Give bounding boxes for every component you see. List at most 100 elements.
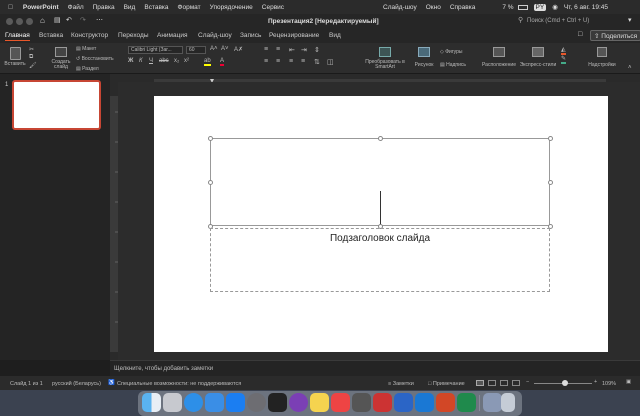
resize-handle[interactable]	[548, 180, 553, 185]
quick-styles-button[interactable]: Экспресс-стили	[518, 45, 558, 72]
comments-toggle[interactable]: □ Примечание	[428, 381, 465, 387]
vertical-ruler[interactable]	[110, 82, 118, 360]
font-color-icon[interactable]: A	[220, 58, 225, 66]
paste-button[interactable]: Вставить	[4, 45, 26, 72]
line-spacing-icon[interactable]: ⇕	[314, 46, 320, 54]
grid-app-icon[interactable]	[373, 393, 392, 412]
menu-slideshow[interactable]: Слайд-шоу	[383, 4, 417, 11]
resize-handle[interactable]	[208, 180, 213, 185]
tab-review[interactable]: Рецензирование	[269, 32, 319, 39]
ribbon-collapse-icon[interactable]: ˄	[628, 65, 632, 71]
zoom-slider-thumb[interactable]	[562, 380, 568, 386]
font-size-select[interactable]: 60	[186, 46, 206, 54]
notes-toggle[interactable]: ≡ Заметки	[388, 381, 414, 387]
notes-pane[interactable]: Щелкните, чтобы добавить заметки	[110, 360, 640, 376]
reset-button[interactable]: ↺ Восстановить	[76, 56, 114, 62]
strikethrough-icon[interactable]: abc	[159, 58, 169, 64]
normal-view-icon[interactable]	[476, 380, 484, 386]
align-right-icon[interactable]: ≡	[289, 58, 293, 65]
increase-indent-icon[interactable]: ⇥	[301, 46, 307, 54]
shapes-button[interactable]: ◇ Фигуры	[440, 49, 462, 55]
menu-format[interactable]: Формат	[178, 4, 201, 11]
comments-icon[interactable]: □	[578, 31, 582, 38]
superscript-icon[interactable]: x²	[184, 58, 189, 64]
resize-handle[interactable]	[548, 136, 553, 141]
share-button[interactable]: ⇧ Поделиться	[590, 30, 640, 41]
cut-icon[interactable]: ✂	[29, 46, 34, 53]
powerpoint-icon[interactable]	[436, 393, 455, 412]
language-status[interactable]: русский (Беларусь)	[52, 381, 101, 387]
addins-button[interactable]: Надстройки	[584, 45, 620, 72]
sorter-view-icon[interactable]	[488, 380, 496, 386]
menu-window[interactable]: Окно	[426, 4, 441, 11]
layout-button[interactable]: ▤ Макет	[76, 46, 96, 52]
app-menu[interactable]: PowerPoint	[23, 4, 59, 11]
menu-edit[interactable]: Правка	[93, 4, 115, 11]
search-input[interactable]: Поиск (Cmd + Ctrl + U)	[527, 18, 589, 24]
new-slide-button[interactable]: Создать слайд	[50, 45, 72, 72]
shape-outline-icon[interactable]: ✎	[561, 55, 567, 64]
save-icon[interactable]: ▤	[54, 16, 61, 24]
tab-transitions[interactable]: Переходы	[118, 32, 149, 39]
align-center-icon[interactable]: ≡	[276, 58, 280, 65]
justify-icon[interactable]: ≡	[301, 58, 305, 65]
undo-icon[interactable]: ↶	[66, 16, 72, 24]
copy-icon[interactable]: ⧉	[29, 54, 33, 61]
resize-handle[interactable]	[378, 136, 383, 141]
close-window-icon[interactable]	[6, 18, 13, 25]
arrange-button[interactable]: Расположение	[480, 45, 518, 72]
music-icon[interactable]	[268, 393, 287, 412]
excel-icon[interactable]	[457, 393, 476, 412]
menu-view[interactable]: Вид	[124, 4, 136, 11]
menu-file[interactable]: Файл	[68, 4, 84, 11]
tab-animations[interactable]: Анимация	[157, 32, 188, 39]
tab-record[interactable]: Запись	[240, 32, 261, 39]
increase-font-icon[interactable]: A˄	[210, 46, 218, 52]
section-button[interactable]: ▤ Раздел	[76, 66, 99, 72]
slideshow-view-icon[interactable]	[512, 380, 520, 386]
menu-help[interactable]: Справка	[450, 4, 476, 11]
tab-home[interactable]: Главная	[5, 32, 30, 41]
decrease-font-icon[interactable]: A˅	[221, 46, 229, 52]
input-language-badge[interactable]: PY	[533, 3, 547, 11]
notes-app-icon[interactable]	[310, 393, 329, 412]
columns-icon[interactable]: ◫	[327, 58, 334, 66]
reading-view-icon[interactable]	[500, 380, 508, 386]
preview-icon[interactable]	[483, 393, 502, 412]
outlook-icon[interactable]	[415, 393, 434, 412]
bold-icon[interactable]: Ж	[128, 58, 133, 64]
zoom-in-icon[interactable]: +	[594, 379, 597, 385]
home-icon[interactable]: ⌂	[40, 16, 45, 25]
redo-icon[interactable]: ↷	[80, 16, 86, 24]
underline-icon[interactable]: Ч	[149, 58, 153, 64]
trash-icon[interactable]	[501, 393, 515, 412]
launchpad-icon[interactable]	[163, 393, 182, 412]
textbox-button[interactable]: ▤ Надпись	[440, 62, 466, 68]
title-placeholder[interactable]	[210, 138, 550, 226]
tab-view[interactable]: Вид	[329, 32, 341, 39]
minimize-window-icon[interactable]	[16, 18, 23, 25]
font-name-select[interactable]: Calibri Light (Заг...	[128, 46, 183, 54]
menu-insert[interactable]: Вставка	[144, 4, 168, 11]
apple-icon[interactable]: 	[8, 4, 13, 11]
resize-handle[interactable]	[208, 136, 213, 141]
accessibility-status[interactable]: Специальные возможности: не поддерживают…	[117, 381, 241, 387]
subscript-icon[interactable]: x₂	[174, 58, 179, 64]
screenshot-icon[interactable]	[331, 393, 350, 412]
mail-icon[interactable]	[205, 393, 224, 412]
convert-smartart-button[interactable]: Преобразовать в SmartArt	[364, 45, 406, 72]
tab-slideshow[interactable]: Слайд-шоу	[198, 32, 232, 39]
decrease-indent-icon[interactable]: ⇤	[289, 46, 295, 54]
zoom-out-icon[interactable]: −	[526, 379, 529, 385]
subtitle-placeholder[interactable]: Подзаголовок слайда	[210, 228, 550, 292]
ribbon-options-icon[interactable]: ▾	[628, 16, 632, 24]
fit-slide-icon[interactable]: ▣	[626, 379, 631, 385]
datetime[interactable]: Чт, 6 авг. 19:45	[564, 4, 608, 11]
slide-thumbnail[interactable]	[12, 80, 101, 130]
clear-format-icon[interactable]: A✗	[234, 46, 243, 53]
align-left-icon[interactable]: ≡	[264, 58, 268, 65]
tor-icon[interactable]	[289, 393, 308, 412]
control-center-icon[interactable]: ◉	[552, 3, 558, 11]
italic-icon[interactable]: К	[139, 58, 143, 64]
bullets-icon[interactable]: ≡	[264, 46, 268, 53]
